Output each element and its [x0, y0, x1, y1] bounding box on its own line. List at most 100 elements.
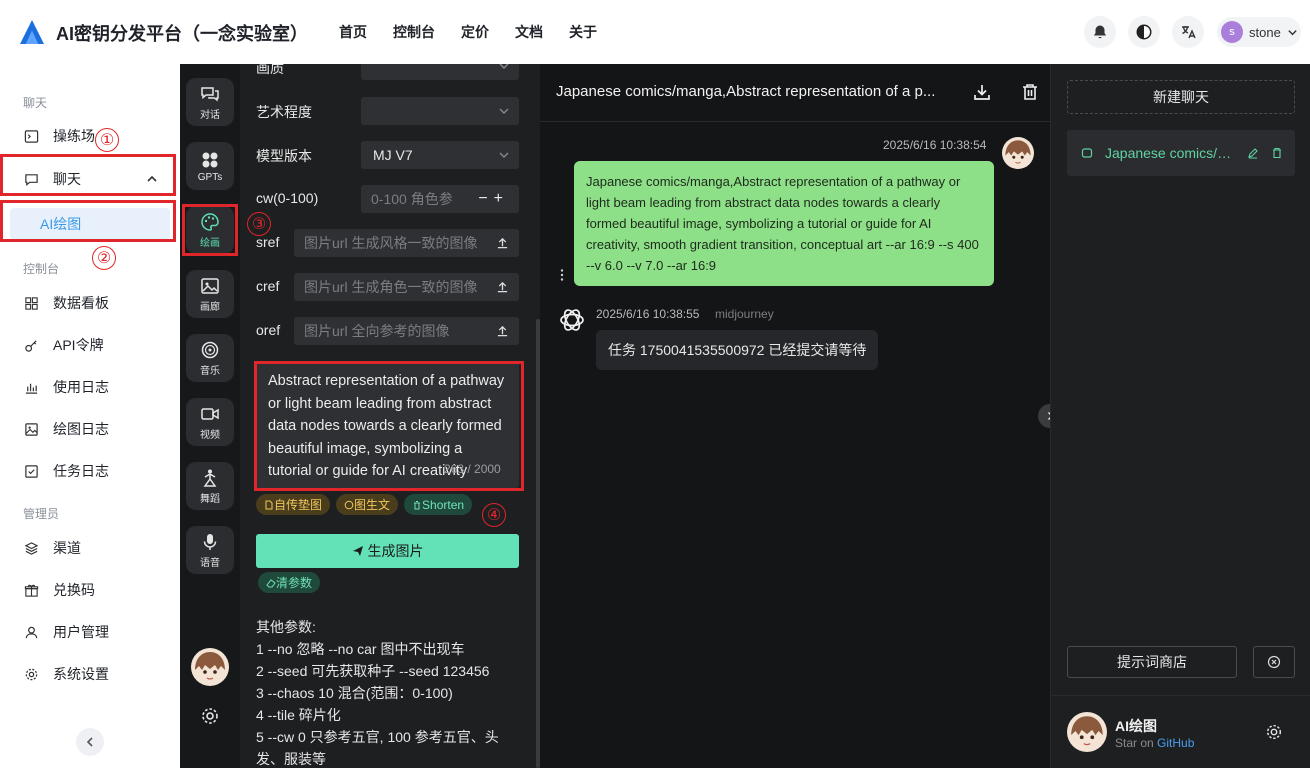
pad-image-button[interactable]: 自传垫图	[256, 494, 331, 515]
sidebar-item-label: 任务日志	[53, 463, 109, 479]
rail-gallery[interactable]: 画廊	[186, 270, 234, 318]
microphone-icon	[203, 533, 217, 550]
clear-params-button[interactable]: 清参数	[258, 572, 321, 593]
artistry-select[interactable]	[361, 97, 519, 125]
sidebar-item-users[interactable]: 用户管理	[0, 614, 180, 650]
cref-input[interactable]: 图片url 生成角色一致的图像	[294, 273, 519, 301]
github-link[interactable]: GitHub	[1157, 736, 1194, 750]
stepper-buttons[interactable]: −+	[478, 190, 509, 208]
key-icon	[25, 339, 37, 352]
section-admin-title: 管理员	[23, 507, 60, 521]
nav-home[interactable]: 首页	[339, 22, 367, 42]
sref-placeholder: 图片url 生成风格一致的图像	[304, 235, 478, 251]
upload-icon[interactable]	[496, 280, 509, 293]
shorten-button[interactable]: Shorten	[404, 494, 473, 515]
sidebar-item-redeem[interactable]: 兑换码	[0, 572, 180, 608]
rail-voice[interactable]: 语音	[186, 526, 234, 574]
collapse-sidebar-button[interactable]	[76, 728, 104, 756]
model-version-value: MJ V7	[373, 147, 413, 163]
sidebar-item-settings[interactable]: 系统设置	[0, 656, 180, 692]
generate-image-label: 生成图片	[367, 543, 424, 559]
sref-input[interactable]: 图片url 生成风格一致的图像	[294, 229, 519, 257]
quality-label: 画质	[256, 64, 284, 76]
rail-chat[interactable]: 对话	[186, 78, 234, 126]
cw-stepper[interactable]: 0-100 角色参 −+	[361, 185, 519, 213]
cref-label: cref	[256, 278, 280, 294]
rail-gpts[interactable]: GPTs	[186, 142, 234, 190]
checklist-icon	[25, 464, 38, 478]
bot-message-bubble: 任务 1750041535500972 已经提交请等待	[596, 330, 879, 370]
rail-dance[interactable]: 舞蹈	[186, 462, 234, 510]
model-version-select[interactable]: MJ V7	[361, 141, 519, 169]
download-icon[interactable]	[972, 82, 992, 102]
user-avatar[interactable]	[191, 648, 229, 686]
sidebar-item-channel[interactable]: 渠道	[0, 530, 180, 566]
rail-chat-label: 对话	[200, 109, 220, 121]
trash-icon[interactable]	[1020, 82, 1040, 102]
edit-icon[interactable]	[1247, 147, 1259, 159]
language-button[interactable]	[1172, 16, 1204, 48]
rail-video[interactable]: 视频	[186, 398, 234, 446]
delete-icon[interactable]	[1271, 147, 1283, 159]
translate-icon	[1182, 26, 1196, 39]
other-param-line: 4 --tile 碎片化	[256, 707, 341, 723]
close-panel-button[interactable]	[1253, 646, 1295, 678]
bot-name: midjourney	[715, 307, 774, 321]
settings-gear-icon[interactable]	[200, 706, 220, 726]
upload-icon[interactable]	[496, 324, 509, 337]
eraser-icon	[266, 578, 276, 587]
conversation-item[interactable]: Japanese comics/manga,Abstract represent…	[1067, 130, 1295, 176]
more-vertical-icon[interactable]	[558, 268, 566, 282]
rail-music-label: 音乐	[200, 365, 220, 377]
sidebar-item-draw-log[interactable]: 绘图日志	[0, 411, 180, 447]
oref-placeholder: 图片url 全向参考的图像	[304, 323, 450, 339]
gear-icon[interactable]	[1265, 723, 1283, 741]
theme-toggle-button[interactable]	[1128, 16, 1160, 48]
anime-avatar-icon	[191, 648, 229, 686]
sidebar-item-task-log[interactable]: 任务日志	[0, 453, 180, 489]
annotation-number-1: ①	[95, 128, 119, 152]
upload-icon[interactable]	[496, 236, 509, 249]
sidebar-item-label: 绘图日志	[53, 421, 109, 437]
cw-label: cw(0-100)	[256, 190, 319, 206]
terminal-icon	[24, 129, 39, 143]
notification-button[interactable]	[1084, 16, 1116, 48]
nav-pricing[interactable]: 定价	[461, 22, 489, 42]
gift-icon	[24, 584, 39, 597]
chat-area: Japanese comics/manga,Abstract represent…	[540, 64, 1062, 768]
panel-footer: AI绘图 Star on GitHub	[1051, 695, 1310, 768]
sidebar-item-usage-log[interactable]: 使用日志	[0, 369, 180, 405]
sidebar-item-label: 使用日志	[53, 379, 109, 395]
user-message-avatar	[1002, 137, 1034, 169]
trash-can-icon	[414, 500, 421, 509]
user-icon	[25, 626, 38, 638]
other-params-title: 其他参数:	[256, 619, 316, 635]
sidebar-item-label: 数据看板	[53, 295, 109, 311]
shorten-label: Shorten	[422, 497, 465, 512]
new-chat-button[interactable]: 新建聊天	[1067, 80, 1295, 114]
nav-console[interactable]: 控制台	[393, 22, 435, 42]
annotation-number-3: ③	[247, 212, 271, 236]
openai-logo-icon	[560, 309, 584, 331]
chat-header: Japanese comics/manga,Abstract represent…	[540, 64, 1050, 122]
image-to-text-button[interactable]: 图生文	[336, 494, 399, 515]
quality-select[interactable]	[361, 64, 519, 80]
prompt-store-button[interactable]: 提示词商店	[1067, 646, 1237, 678]
rail-music[interactable]: 音乐	[186, 334, 234, 382]
bar-chart-icon	[25, 383, 38, 394]
other-param-line: 1 --no 忽略 --no car 图中不出现车	[256, 641, 465, 657]
other-param-line: 5 --cw 0 只参考五官, 100 参考五官、头	[256, 729, 499, 745]
oref-input[interactable]: 图片url 全向参考的图像	[294, 317, 519, 345]
nav-docs[interactable]: 文档	[515, 22, 543, 42]
user-menu[interactable]: s stone	[1217, 17, 1301, 47]
chevron-down-icon	[499, 152, 509, 158]
grid-icon	[25, 296, 38, 310]
sidebar-item-api-token[interactable]: API令牌	[0, 327, 180, 363]
user-avatar: s	[1221, 21, 1243, 43]
sidebar-item-playground[interactable]: 操练场	[0, 118, 180, 154]
generate-image-button[interactable]: 生成图片	[256, 534, 519, 568]
chevron-down-icon	[499, 108, 509, 114]
sidebar-item-dashboard[interactable]: 数据看板	[0, 285, 180, 321]
annotation-box-chat	[0, 154, 176, 196]
nav-about[interactable]: 关于	[569, 22, 597, 42]
